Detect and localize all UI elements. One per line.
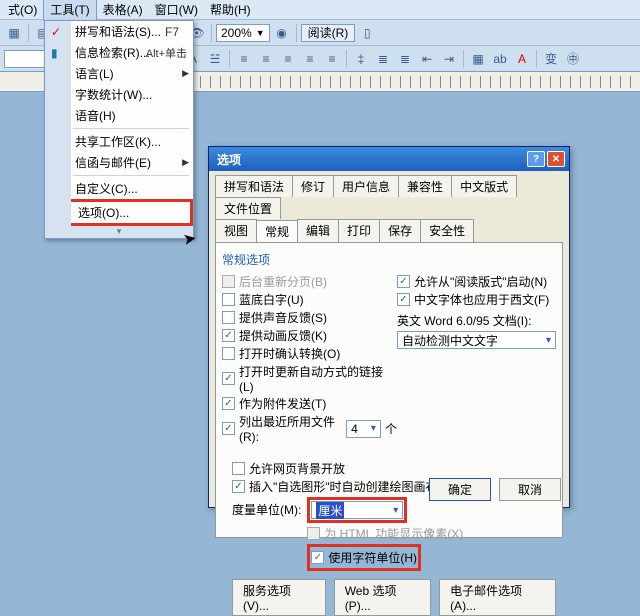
tab-track[interactable]: 修订	[292, 175, 334, 197]
chk-html-pixels	[307, 527, 320, 540]
word6-label: 英文 Word 6.0/95 文档(I):	[397, 312, 556, 329]
unit-label: 度量单位(M):	[232, 497, 301, 518]
tab-filelocations[interactable]: 文件位置	[215, 197, 281, 219]
chevron-right-icon: ▶	[182, 157, 189, 168]
word6-select[interactable]: 自动检测中文文字 ▾	[397, 331, 556, 349]
chk-send-attachment[interactable]	[222, 397, 235, 410]
layout-icon[interactable]: ▯	[357, 23, 377, 43]
tab-userinfo[interactable]: 用户信息	[333, 175, 399, 197]
number-list-icon[interactable]: ≣	[373, 49, 393, 69]
chevron-right-icon: ▶	[182, 68, 189, 79]
tab-security[interactable]: 安全性	[420, 219, 474, 242]
bullet-list-icon[interactable]: ≣	[395, 49, 415, 69]
highlight-color-icon[interactable]: ab	[490, 49, 510, 69]
border-icon[interactable]: ▦	[468, 49, 488, 69]
cancel-button[interactable]: 取消	[499, 478, 561, 501]
char-unit-highlight: 使用字符单位(H)	[307, 544, 421, 571]
chk-auto-canvas[interactable]	[232, 480, 245, 493]
options-dialog: 选项 ? ✕ 拼写和语法 修订 用户信息 兼容性 中文版式 文件位置 视图 常规…	[208, 146, 570, 508]
dd-options[interactable]: 选项(O)...	[48, 202, 190, 223]
book-icon: ▮	[51, 46, 58, 60]
dialog-title: 选项	[217, 151, 241, 168]
mouse-cursor-icon: ➤	[181, 228, 198, 250]
menu-help[interactable]: 帮助(H)	[204, 0, 257, 20]
chevron-down-icon: ▾	[393, 505, 398, 516]
tab-asian[interactable]: 中文版式	[451, 175, 517, 197]
chk-update-links[interactable]	[222, 372, 235, 385]
chk-sound[interactable]	[222, 311, 235, 324]
phonetic-icon[interactable]: ㊥	[563, 49, 583, 69]
align-center-icon[interactable]: ≡	[256, 49, 276, 69]
chk-bg-repaginate	[222, 275, 235, 288]
dd-spelling[interactable]: ✓ 拼写和语法(S)... F7	[45, 21, 193, 42]
line-spacing-icon[interactable]: ‡	[351, 49, 371, 69]
align-left-icon[interactable]: ≡	[234, 49, 254, 69]
menubar: 式(O) 工具(T) 表格(A) 窗口(W) 帮助(H)	[0, 0, 640, 20]
tab-print[interactable]: 打印	[338, 219, 380, 242]
dd-letters-mail[interactable]: 信函与邮件(E) ▶	[45, 152, 193, 173]
tab-edit[interactable]: 编辑	[297, 219, 339, 242]
outdent-icon[interactable]: ⇤	[417, 49, 437, 69]
chk-recent-files[interactable]	[222, 422, 235, 435]
align-right-icon[interactable]: ≡	[278, 49, 298, 69]
char-scale-icon[interactable]: ☱	[205, 49, 225, 69]
chk-animation[interactable]	[222, 329, 235, 342]
font-color-icon[interactable]: A	[512, 49, 532, 69]
unit-highlight: 厘米 ▾	[307, 497, 407, 523]
distribute-icon[interactable]: ≡	[322, 49, 342, 69]
indent-icon[interactable]: ⇥	[439, 49, 459, 69]
chk-char-unit[interactable]	[311, 551, 324, 564]
dialog-help-button[interactable]: ?	[527, 151, 545, 167]
zoom-select[interactable]: 200% ▼	[216, 24, 270, 42]
spinner-icon: ▾	[371, 423, 376, 434]
chk-blue-bg[interactable]	[222, 293, 235, 306]
dd-wordcount[interactable]: 字数统计(W)...	[45, 84, 193, 105]
menu-tools[interactable]: 工具(T)	[43, 0, 96, 21]
read-mode-button[interactable]: 阅读(R)	[301, 24, 356, 42]
email-options-button[interactable]: 电子邮件选项(A)...	[439, 579, 556, 616]
unit-select[interactable]: 厘米 ▾	[311, 501, 403, 519]
chevron-down-icon: ▾	[546, 335, 551, 346]
tools-dropdown: ✓ 拼写和语法(S)... F7 ▮ 信息检索(R)... Alt+单击 语言(…	[44, 20, 194, 239]
dialog-close-button[interactable]: ✕	[547, 151, 565, 167]
service-options-button[interactable]: 服务选项(V)...	[232, 579, 326, 616]
align-justify-icon[interactable]: ≡	[300, 49, 320, 69]
chk-web-bg[interactable]	[232, 462, 245, 475]
dd-language[interactable]: 语言(L) ▶	[45, 63, 193, 84]
dd-shared-workspace[interactable]: 共享工作区(K)...	[45, 131, 193, 152]
chevron-down-icon: ▼	[256, 28, 265, 38]
ruby-icon[interactable]: 变	[541, 49, 561, 69]
toolbox-icon[interactable]: ▦	[4, 23, 24, 43]
ok-button[interactable]: 确定	[429, 478, 491, 501]
chk-confirm-convert[interactable]	[222, 347, 235, 360]
tab-compat[interactable]: 兼容性	[398, 175, 452, 197]
menu-window[interactable]: 窗口(W)	[149, 0, 204, 20]
dialog-titlebar: 选项 ? ✕	[209, 147, 569, 171]
dd-customize[interactable]: 自定义(C)...	[45, 178, 193, 199]
zoom-value: 200%	[221, 26, 252, 40]
recent-files-spinner[interactable]: 4 ▾	[346, 420, 381, 438]
section-general-title: 常规选项	[222, 251, 556, 268]
tabs-row-1: 拼写和语法 修订 用户信息 兼容性 中文版式 文件位置	[209, 171, 569, 219]
web-options-button[interactable]: Web 选项(P)...	[334, 579, 431, 616]
tab-general[interactable]: 常规	[256, 220, 298, 243]
chk-chinese-font[interactable]	[397, 293, 410, 306]
menu-table[interactable]: 表格(A)	[97, 0, 149, 20]
help-icon[interactable]: ◉	[272, 23, 292, 43]
tab-spelling[interactable]: 拼写和语法	[215, 175, 293, 197]
dd-research[interactable]: ▮ 信息检索(R)... Alt+单击	[45, 42, 193, 63]
chk-reading-layout[interactable]	[397, 275, 410, 288]
dd-speech[interactable]: 语音(H)	[45, 105, 193, 126]
dd-options-highlight: 选项(O)...	[45, 199, 193, 226]
tabs-row-2: 视图 常规 编辑 打印 保存 安全性	[209, 219, 569, 242]
tab-view[interactable]: 视图	[215, 219, 257, 242]
tab-save[interactable]: 保存	[379, 219, 421, 242]
menu-format[interactable]: 式(O)	[2, 0, 43, 20]
check-abc-icon: ✓	[51, 25, 61, 39]
